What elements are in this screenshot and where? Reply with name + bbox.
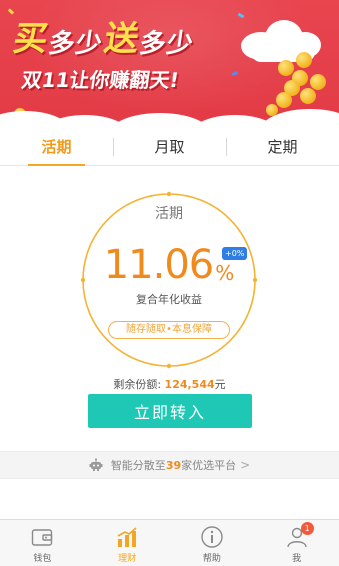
nav-item-help[interactable]: 帮助 [170,520,255,566]
platform-count: 39 [165,458,182,472]
remaining-value: 124,544 [164,378,215,391]
nav-label-wallet: 钱包 [33,554,52,564]
bar-chart-icon [117,527,137,547]
platform-suffix: 家优选平台 [181,459,237,472]
info-icon [201,526,223,548]
rate-ring: 活期 11.06 % +0% 复合年化收益 随存随取•本息保障 [80,191,258,369]
remaining-label: 剩余份额: [113,378,162,391]
banner-amount-text-2: 多少 [137,29,196,59]
page: 买 多少 送 多少 双11让你赚翻天! 活期 月取 定期 活期 11.06 % … [0,0,339,566]
banner-amount-text: 多少 [46,29,105,59]
platform-strip[interactable]: 智能分散至 39 家优选平台 > [0,451,339,479]
nav-label-finance: 理财 [118,554,137,564]
robot-icon [89,458,103,471]
tab-current-label: 活期 [41,138,72,156]
tab-current[interactable]: 活期 [0,128,113,166]
rate-label: 复合年化收益 [136,293,202,306]
tab-fixed[interactable]: 定期 [226,128,339,165]
banner-give-text: 送 [101,19,143,59]
transfer-in-button[interactable]: 立即转入 [88,394,252,428]
tab-monthly-label: 月取 [154,138,185,156]
nav-item-me[interactable]: 1 我 [254,520,339,566]
banner-subline: 双11让你赚翻天! [20,68,181,92]
nav-item-wallet[interactable]: 钱包 [0,520,85,566]
banner-buy-text: 买 [10,19,52,59]
platform-prefix: 智能分散至 [110,459,166,472]
remaining-unit: 元 [214,378,226,391]
banner-cloud-edge [0,103,339,128]
promo-banner[interactable]: 买 多少 送 多少 双11让你赚翻天! [0,0,339,128]
chevron-right-icon: > [240,458,251,472]
bottom-nav: 钱包 理财 帮助 1 我 [0,519,339,566]
bonus-badge: +0% [222,247,248,260]
tab-monthly[interactable]: 月取 [113,128,226,165]
nav-item-finance[interactable]: 理财 [85,520,170,566]
tab-fixed-label: 定期 [267,138,298,156]
rate-value: 11.06 [103,242,215,288]
wallet-icon [32,529,53,546]
product-tabs: 活期 月取 定期 [0,128,339,166]
product-title: 活期 [155,206,183,222]
banner-headline: 买 多少 送 多少 [11,16,196,60]
feature-pill: 随存随取•本息保障 [108,321,230,339]
nav-label-help: 帮助 [202,554,221,564]
transfer-in-label: 立即转入 [133,403,206,422]
rate-unit: % [215,261,235,285]
notification-badge: 1 [300,522,314,535]
nav-label-me: 我 [292,554,302,564]
remaining-share: 剩余份额: 124,544元 [0,376,339,392]
